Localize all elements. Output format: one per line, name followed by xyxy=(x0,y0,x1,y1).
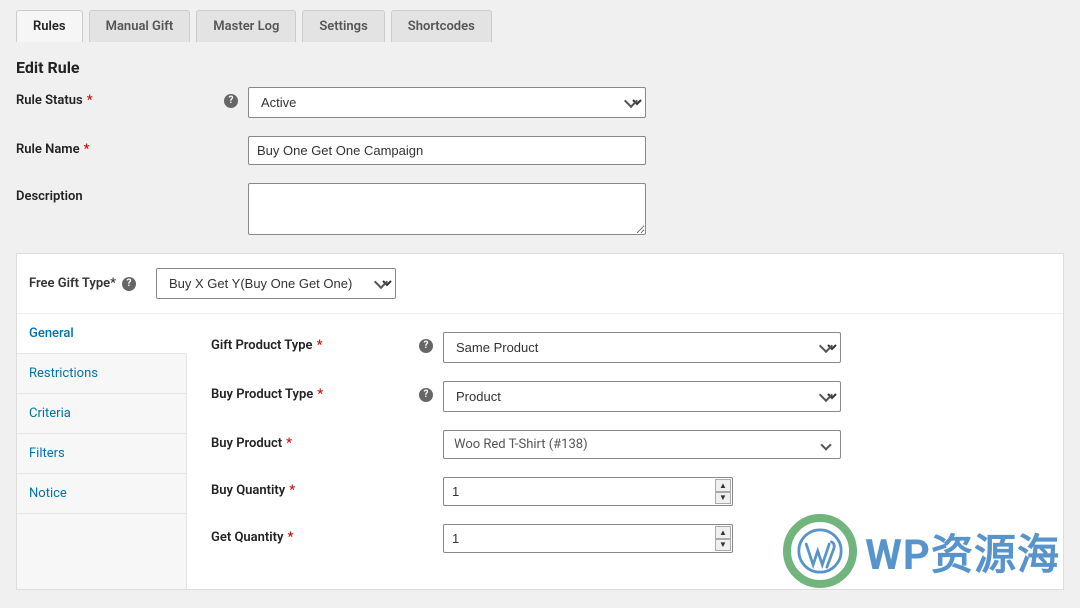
side-nav-general[interactable]: General xyxy=(17,314,187,354)
label-text: Description xyxy=(16,189,83,204)
panel-header: Free Gift Type* Buy X Get Y(Buy One Get … xyxy=(17,254,1063,314)
row-buy-product-type: Buy Product Type * Product xyxy=(211,381,1039,412)
select-wrapper: Active xyxy=(248,87,646,118)
chevron-down-icon xyxy=(820,439,831,450)
row-buy-product: Buy Product * Woo Red T-Shirt (#138) xyxy=(211,430,1039,459)
spinner-buttons: ▲ ▼ xyxy=(715,526,731,551)
selected-value: Woo Red T-Shirt (#138) xyxy=(454,437,588,452)
required-asterisk: * xyxy=(286,436,292,451)
select-wrapper: Same Product xyxy=(443,332,841,363)
required-asterisk: * xyxy=(110,276,116,291)
row-rule-name: Rule Name * xyxy=(16,136,1064,165)
rule-status-select[interactable]: Active xyxy=(248,87,646,118)
description-textarea[interactable] xyxy=(248,183,646,235)
help-icon[interactable] xyxy=(122,277,136,291)
label-text: Buy Product xyxy=(211,436,282,451)
label-text: Rule Status xyxy=(16,93,83,108)
gift-product-type-select[interactable]: Same Product xyxy=(443,332,841,363)
rule-name-input[interactable] xyxy=(248,136,646,165)
row-buy-quantity: Buy Quantity * ▲ ▼ xyxy=(211,477,1039,506)
label-free-gift-type: Free Gift Type* xyxy=(29,276,116,291)
spinner-down-icon[interactable]: ▼ xyxy=(715,539,731,552)
tab-shortcodes[interactable]: Shortcodes xyxy=(391,10,492,42)
select-wrapper: Buy X Get Y(Buy One Get One) xyxy=(150,268,396,299)
label-description: Description xyxy=(16,183,248,204)
required-asterisk: * xyxy=(289,483,295,498)
required-asterisk: * xyxy=(317,387,323,402)
help-icon[interactable] xyxy=(224,94,238,108)
row-get-quantity: Get Quantity * ▲ ▼ xyxy=(211,524,1039,553)
required-asterisk: * xyxy=(317,338,323,353)
spinner-up-icon[interactable]: ▲ xyxy=(715,526,731,539)
label-text: Buy Quantity xyxy=(211,483,285,498)
row-description: Description xyxy=(16,183,1064,235)
label-text: Buy Product Type xyxy=(211,387,313,402)
side-nav-filters[interactable]: Filters xyxy=(17,434,186,474)
side-nav-notice[interactable]: Notice xyxy=(17,474,186,514)
label-text: Gift Product Type xyxy=(211,338,313,353)
get-quantity-input[interactable] xyxy=(443,524,733,553)
side-nav: General Restrictions Criteria Filters No… xyxy=(17,314,187,589)
select-wrapper: Product xyxy=(443,381,841,412)
buy-quantity-stepper: ▲ ▼ xyxy=(443,477,733,506)
get-quantity-stepper: ▲ ▼ xyxy=(443,524,733,553)
required-asterisk: * xyxy=(87,93,93,108)
panel-form: Gift Product Type * Same Product Buy Prod… xyxy=(187,314,1063,589)
label-text: Rule Name xyxy=(16,142,80,157)
panel-body: General Restrictions Criteria Filters No… xyxy=(17,314,1063,589)
buy-product-select[interactable]: Woo Red T-Shirt (#138) xyxy=(443,430,841,459)
tab-rules[interactable]: Rules xyxy=(16,10,83,42)
tab-manual-gift[interactable]: Manual Gift xyxy=(89,10,191,42)
side-nav-criteria[interactable]: Criteria xyxy=(17,394,186,434)
tab-master-log[interactable]: Master Log xyxy=(196,10,296,42)
tab-settings[interactable]: Settings xyxy=(302,10,384,42)
label-buy-product-type: Buy Product Type * xyxy=(211,381,443,402)
spinner-buttons: ▲ ▼ xyxy=(715,479,731,504)
label-buy-product: Buy Product * xyxy=(211,430,443,451)
free-gift-type-select[interactable]: Buy X Get Y(Buy One Get One) xyxy=(156,268,396,299)
row-rule-status: Rule Status * Active xyxy=(16,87,1064,118)
side-nav-restrictions[interactable]: Restrictions xyxy=(17,354,186,394)
label-buy-quantity: Buy Quantity * xyxy=(211,477,443,498)
content-area: Edit Rule Rule Status * Active Rule Name *… xyxy=(0,42,1080,590)
label-get-quantity: Get Quantity * xyxy=(211,524,443,545)
label-text: Free Gift Type xyxy=(29,276,110,291)
page-title: Edit Rule xyxy=(16,58,1064,77)
label-rule-status: Rule Status * xyxy=(16,87,248,108)
top-tabs: Rules Manual Gift Master Log Settings Sh… xyxy=(0,0,1080,42)
required-asterisk: * xyxy=(287,530,293,545)
buy-product-type-select[interactable]: Product xyxy=(443,381,841,412)
gift-panel: Free Gift Type* Buy X Get Y(Buy One Get … xyxy=(16,253,1064,590)
spinner-up-icon[interactable]: ▲ xyxy=(715,479,731,492)
help-icon[interactable] xyxy=(419,339,433,353)
required-asterisk: * xyxy=(84,142,90,157)
buy-quantity-input[interactable] xyxy=(443,477,733,506)
label-rule-name: Rule Name * xyxy=(16,136,248,157)
row-gift-product-type: Gift Product Type * Same Product xyxy=(211,332,1039,363)
label-gift-product-type: Gift Product Type * xyxy=(211,332,443,353)
spinner-down-icon[interactable]: ▼ xyxy=(715,492,731,505)
help-icon[interactable] xyxy=(419,388,433,402)
label-text: Get Quantity xyxy=(211,530,283,545)
